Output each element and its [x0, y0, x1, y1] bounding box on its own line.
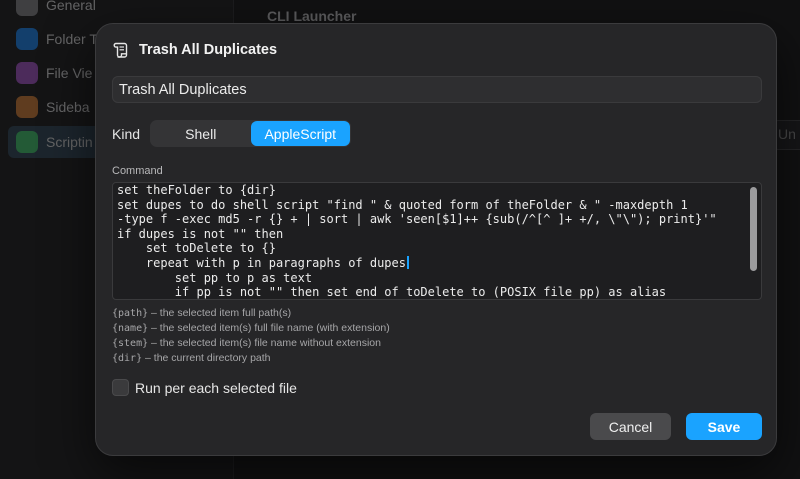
command-line: set dupes to do shell script "find " & q… — [117, 197, 688, 212]
command-line: set theFolder to {dir} — [117, 183, 276, 197]
help-line-dir: {dir} – the current directory path — [112, 351, 390, 366]
dialog-header: Trash All Duplicates — [112, 41, 277, 59]
placeholder-help: {path} – the selected item full path(s) … — [112, 306, 390, 366]
command-label: Command — [112, 165, 163, 177]
text-caret — [406, 255, 409, 269]
command-line: -type f -exec md5 -r {} + | sort | awk '… — [117, 212, 717, 227]
help-line-name: {name} – the selected item(s) full file … — [112, 321, 390, 336]
edit-command-dialog: Trash All Duplicates Trash All Duplicate… — [95, 23, 777, 456]
run-per-file-label: Run per each selected file — [135, 379, 297, 396]
command-line: set toDelete to {} — [117, 241, 276, 256]
command-line: if dupes is not "" then — [117, 226, 284, 241]
dialog-title: Trash All Duplicates — [139, 42, 278, 58]
command-scrollbar[interactable] — [750, 187, 757, 271]
help-line-path: {path} – the selected item full path(s) — [112, 306, 390, 321]
save-button[interactable]: Save — [686, 413, 762, 440]
kind-label: Kind — [112, 126, 141, 142]
run-per-file-row[interactable]: Run per each selected file — [112, 379, 297, 396]
help-text: – the selected item full path(s) — [148, 307, 292, 319]
kind-applescript-option[interactable]: AppleScript — [250, 121, 350, 146]
command-line: set pp to p as text — [117, 270, 313, 285]
help-token: {stem} — [112, 338, 149, 349]
command-editor[interactable]: set theFolder to {dir} set dupes to do sh… — [112, 182, 762, 300]
help-text: – the selected item(s) full file name (w… — [148, 322, 390, 334]
run-per-file-checkbox[interactable] — [112, 379, 129, 396]
help-token: {path} — [112, 308, 149, 319]
kind-segmented-control: Shell AppleScript — [150, 120, 351, 147]
help-line-stem: {stem} – the selected item(s) file name … — [112, 336, 390, 351]
help-text: – the selected item(s) file name without… — [148, 337, 381, 349]
help-text: – the current directory path — [142, 352, 271, 364]
cancel-button[interactable]: Cancel — [590, 413, 671, 440]
command-text[interactable]: set theFolder to {dir} set dupes to do sh… — [117, 183, 745, 300]
name-field[interactable]: Trash All Duplicates — [112, 76, 762, 103]
help-token: {name} — [112, 323, 149, 334]
command-line: if pp is not "" then set end of toDelete… — [117, 285, 667, 300]
command-line: repeat with p in paragraphs of dupes — [117, 255, 745, 271]
kind-shell-option[interactable]: Shell — [151, 121, 251, 146]
scroll-icon — [113, 42, 128, 58]
help-token: {dir} — [112, 353, 143, 364]
